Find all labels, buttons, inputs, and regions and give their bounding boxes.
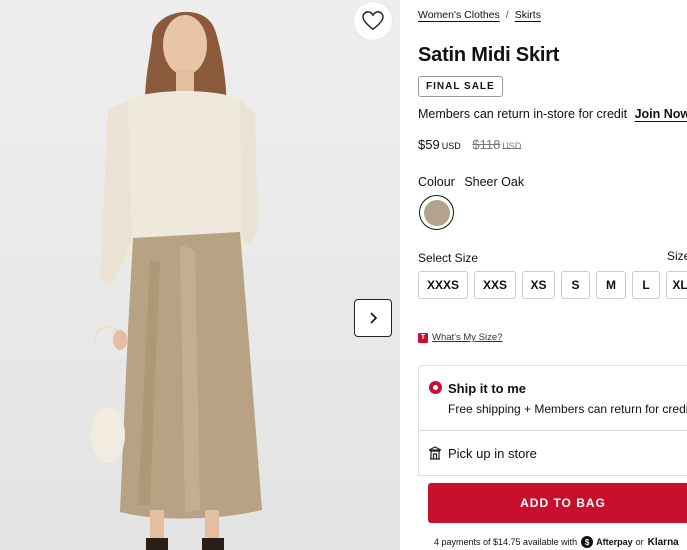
- original-price: $118 USD: [472, 137, 522, 152]
- pickup-title: Pick up in store: [448, 446, 537, 461]
- size-option[interactable]: M: [596, 271, 626, 299]
- true-fit-icon: T: [418, 332, 428, 343]
- size-option[interactable]: XXXS: [418, 271, 468, 299]
- size-option[interactable]: XL: [666, 271, 687, 299]
- afterpay-label[interactable]: Afterpay: [596, 537, 633, 547]
- colour-swatch-sheer-oak[interactable]: [419, 195, 454, 230]
- breadcrumb-skirts[interactable]: Skirts: [515, 9, 541, 21]
- ship-it-to-me-option[interactable]: Ship it to me Free shipping + Members ca…: [418, 365, 687, 430]
- colour-selector-label: Colour Sheer Oak: [418, 175, 524, 189]
- breadcrumb-separator: /: [505, 9, 509, 21]
- installments-text: 4 payments of $14.75 available with: [434, 537, 578, 547]
- join-now-link[interactable]: Join Now: [635, 107, 687, 121]
- size-guide-link[interactable]: Size: [667, 249, 687, 263]
- colour-label: Colour: [418, 175, 455, 189]
- ship-title: Ship it to me: [448, 381, 526, 396]
- sale-price-currency: USD: [441, 141, 461, 151]
- size-options: XXXS XXS XS S M L XL: [418, 271, 687, 299]
- size-option[interactable]: L: [632, 271, 660, 299]
- store-icon: [428, 446, 442, 460]
- breadcrumb: Women's Clothes / Skirts: [418, 9, 541, 21]
- chevron-right-icon: [370, 312, 378, 324]
- colour-value: Sheer Oak: [464, 175, 525, 189]
- select-size-label: Select Size: [418, 251, 479, 265]
- sale-price: $59: [418, 137, 440, 152]
- product-info-panel: Women's Clothes / Skirts Satin Midi Skirt …: [418, 0, 687, 550]
- size-option[interactable]: S: [561, 271, 590, 299]
- add-to-bag-button[interactable]: ADD TO BAG: [428, 483, 687, 523]
- installments-or: or: [635, 537, 644, 547]
- product-title: Satin Midi Skirt: [418, 44, 560, 66]
- size-option[interactable]: XS: [522, 271, 555, 299]
- heart-icon: [362, 11, 384, 31]
- afterpay-icon: $: [581, 536, 594, 548]
- final-sale-badge: FINAL SALE: [418, 76, 503, 97]
- next-image-button[interactable]: [354, 299, 392, 337]
- radio-selected-icon: [429, 381, 442, 394]
- whats-my-size-text: What's My Size?: [432, 332, 503, 343]
- members-return-note: Members can return in-store for credit J…: [418, 107, 687, 121]
- ship-subtitle: Free shipping + Members can return for c…: [448, 402, 687, 416]
- size-option[interactable]: XXS: [474, 271, 516, 299]
- klarna-label[interactable]: Klarna: [648, 537, 679, 548]
- pick-up-in-store-option[interactable]: Pick up in store: [418, 430, 687, 476]
- breadcrumb-womens-clothes[interactable]: Women's Clothes: [418, 9, 500, 21]
- model-photo: [91, 11, 262, 550]
- installments-note: 4 payments of $14.75 available with $ Af…: [434, 536, 679, 548]
- price: $59 USD $118 USD: [418, 137, 521, 152]
- favorite-button[interactable]: [354, 2, 392, 40]
- members-text: Members can return in-store for credit: [418, 107, 628, 121]
- whats-my-size-link[interactable]: T What's My Size?: [418, 332, 502, 343]
- product-image[interactable]: [0, 0, 400, 550]
